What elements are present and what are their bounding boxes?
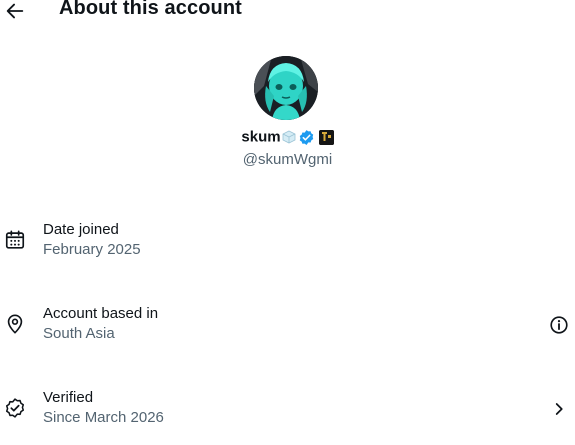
display-name: skum: [241, 128, 281, 146]
detail-row-verified[interactable]: Verified Since March 2026: [0, 389, 575, 433]
verified-badge-icon[interactable]: [298, 129, 315, 146]
arrow-left-icon: [6, 3, 24, 19]
detail-value: South Asia: [43, 325, 115, 342]
back-button[interactable]: [4, 0, 26, 22]
verified-details-button[interactable]: [548, 398, 570, 420]
page-title: About this account: [59, 0, 242, 19]
detail-row-account-based-in: Account based in South Asia: [0, 305, 575, 349]
header: About this account: [0, 0, 575, 26]
ice-cube-icon: [282, 130, 296, 144]
display-name-row: skum: [0, 128, 575, 146]
avatar[interactable]: [254, 56, 318, 120]
detail-label: Account based in: [43, 305, 159, 322]
detail-row-date-joined: Date joined February 2025: [0, 221, 575, 265]
detail-label: Verified: [43, 389, 94, 406]
detail-value: Since March 2026: [43, 409, 164, 426]
chevron-right-icon: [555, 403, 563, 415]
calendar-icon: [4, 229, 26, 251]
detail-label: Date joined: [43, 221, 119, 238]
verified-check-icon: [4, 397, 26, 419]
location-pin-icon: [4, 313, 26, 335]
detail-value: February 2025: [43, 241, 141, 258]
info-icon: [550, 316, 568, 334]
info-button[interactable]: [548, 314, 570, 336]
affiliate-badge-icon[interactable]: [318, 129, 334, 145]
user-handle: @skumWgmi: [242, 151, 333, 168]
